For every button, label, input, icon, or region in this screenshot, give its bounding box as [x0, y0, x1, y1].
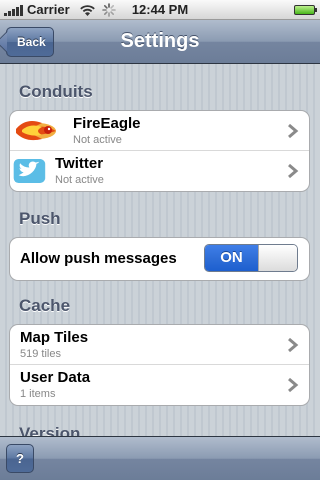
- cache-row-user-data[interactable]: User Data 1 items: [10, 365, 309, 405]
- chevron-right-icon: [288, 377, 299, 393]
- back-button-label: Back: [17, 35, 46, 49]
- navigation-bar: Back Settings: [0, 20, 320, 64]
- cache-title: Map Tiles: [20, 329, 89, 346]
- conduit-title: FireEagle: [73, 115, 141, 132]
- conduit-row-twitter[interactable]: Twitter Not active: [10, 151, 309, 191]
- toggle-knob[interactable]: [258, 245, 297, 271]
- push-row: Allow push messages ON: [10, 238, 309, 280]
- status-time: 12:44 PM: [131, 2, 189, 17]
- chevron-right-icon: [288, 123, 299, 139]
- cache-row-map-tiles[interactable]: Map Tiles 519 tiles: [10, 325, 309, 365]
- cache-group: Map Tiles 519 tiles User Data 1 items: [9, 324, 310, 406]
- page-title: Settings: [120, 30, 200, 52]
- bottom-toolbar: ?: [0, 436, 320, 480]
- toggle-on-label: ON: [205, 245, 258, 271]
- section-header-cache: Cache: [19, 296, 71, 315]
- push-toggle[interactable]: ON: [204, 244, 298, 272]
- battery-icon: [294, 5, 317, 15]
- section-header-push: Push: [19, 209, 61, 228]
- push-label: Allow push messages: [20, 250, 177, 267]
- conduits-group: FireEagle Not active Twitter Not active: [9, 110, 310, 192]
- cache-count: 519 tiles: [20, 348, 61, 360]
- cache-title: User Data: [20, 369, 91, 386]
- conduit-title: Twitter: [55, 155, 104, 172]
- fireeagle-logo-icon: [16, 121, 56, 141]
- help-button[interactable]: ?: [6, 444, 34, 473]
- chevron-right-icon: [288, 337, 299, 353]
- twitter-bird-icon: [13, 158, 46, 184]
- section-header-conduits: Conduits: [19, 82, 93, 101]
- chevron-right-icon: [288, 163, 299, 179]
- conduit-row-fireeagle[interactable]: FireEagle Not active: [10, 111, 309, 151]
- conduit-status: Not active: [73, 134, 122, 146]
- push-group: Allow push messages ON: [9, 237, 310, 281]
- cache-count: 1 items: [20, 388, 56, 400]
- status-bar: Carrier 12:44 PM: [0, 0, 320, 20]
- conduit-status: Not active: [55, 174, 104, 186]
